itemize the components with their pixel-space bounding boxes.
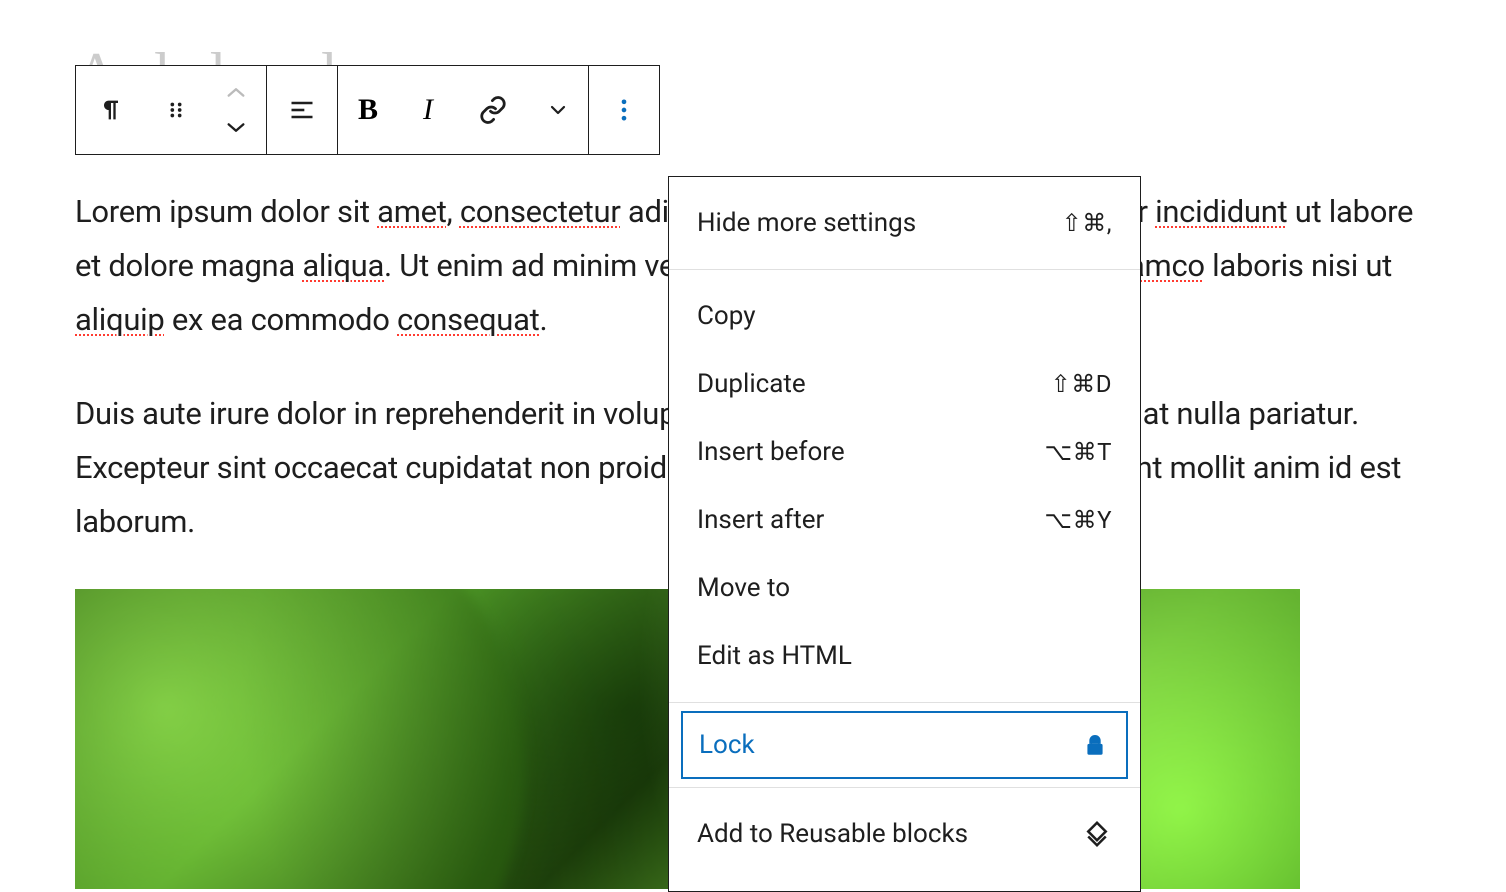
toolbar-group-block (76, 66, 267, 154)
toolbar-group-options (589, 66, 659, 154)
menu-item-insert-after[interactable]: Insert after ⌥⌘Y (669, 486, 1140, 554)
menu-item-edit-html[interactable]: Edit as HTML (669, 622, 1140, 690)
menu-item-label: Duplicate (697, 369, 806, 399)
menu-item-label: Lock (699, 730, 755, 760)
menu-item-label: Add to Reusable blocks (697, 819, 968, 849)
italic-icon: I (413, 95, 443, 125)
menu-item-label: Edit as HTML (697, 641, 852, 671)
toolbar-group-align (267, 66, 338, 154)
menu-item-label: Hide more settings (697, 208, 916, 238)
paragraph-icon (96, 95, 126, 125)
menu-item-shortcut: ⇧⌘, (1062, 209, 1112, 237)
text: incididunt (1155, 193, 1287, 230)
text: amet (377, 193, 446, 230)
menu-item-label: Insert before (697, 437, 845, 467)
text: ex ea commodo (165, 301, 398, 338)
move-arrows (206, 66, 266, 154)
align-left-icon (287, 95, 317, 125)
drag-handle-button[interactable] (146, 66, 206, 154)
menu-item-lock[interactable]: Lock (681, 711, 1128, 779)
menu-item-label: Move to (697, 573, 790, 603)
menu-section: Hide more settings ⇧⌘, (669, 177, 1140, 269)
text: consectetur (460, 193, 621, 230)
text: . (539, 301, 547, 338)
menu-item-shortcut: ⇧⌘D (1051, 370, 1112, 398)
diamond-stack-icon (1082, 819, 1112, 849)
menu-item-copy[interactable]: Copy (669, 282, 1140, 350)
chevron-down-icon (543, 95, 573, 125)
menu-item-duplicate[interactable]: Duplicate ⇧⌘D (669, 350, 1140, 418)
menu-item-insert-before[interactable]: Insert before ⌥⌘T (669, 418, 1140, 486)
more-vertical-icon (609, 95, 639, 125)
menu-item-add-reusable[interactable]: Add to Reusable blocks (669, 800, 1140, 868)
block-toolbar: B I (75, 65, 660, 155)
menu-item-shortcut: ⌥⌘Y (1044, 506, 1112, 534)
menu-divider (669, 702, 1140, 703)
text: , (447, 193, 460, 230)
menu-item-move-to[interactable]: Move to (669, 554, 1140, 622)
text: aliquip (75, 301, 165, 338)
block-options-menu: Hide more settings ⇧⌘, Copy Duplicate ⇧⌘… (668, 176, 1141, 892)
link-icon (478, 95, 508, 125)
menu-item-shortcut: ⌥⌘T (1045, 438, 1112, 466)
text: Lorem ipsum dolor sit (75, 193, 377, 230)
lock-icon (1080, 730, 1110, 760)
menu-item-label: Insert after (697, 505, 824, 535)
block-type-paragraph-button[interactable] (76, 66, 146, 154)
text: laboris nisi ut (1205, 247, 1392, 284)
menu-item-label: Copy (697, 301, 756, 331)
toolbar-group-format: B I (338, 66, 589, 154)
drag-handle-icon (161, 95, 191, 125)
menu-section: Copy Duplicate ⇧⌘D Insert before ⌥⌘T Ins… (669, 270, 1140, 702)
menu-item-hide-settings[interactable]: Hide more settings ⇧⌘, (669, 189, 1140, 257)
chevron-down-icon (221, 113, 251, 143)
bold-button[interactable]: B (338, 66, 398, 154)
align-button[interactable] (267, 66, 337, 154)
options-button[interactable] (589, 66, 659, 154)
menu-section: Add to Reusable blocks (669, 788, 1140, 868)
more-formatting-button[interactable] (528, 66, 588, 154)
link-button[interactable] (458, 66, 528, 154)
text: consequat (397, 301, 539, 338)
chevron-up-icon (221, 77, 251, 107)
bold-icon: B (353, 95, 383, 125)
italic-button[interactable]: I (398, 66, 458, 154)
move-down-button[interactable] (221, 113, 251, 143)
text: aliqua (302, 247, 384, 284)
move-up-button[interactable] (221, 77, 251, 107)
